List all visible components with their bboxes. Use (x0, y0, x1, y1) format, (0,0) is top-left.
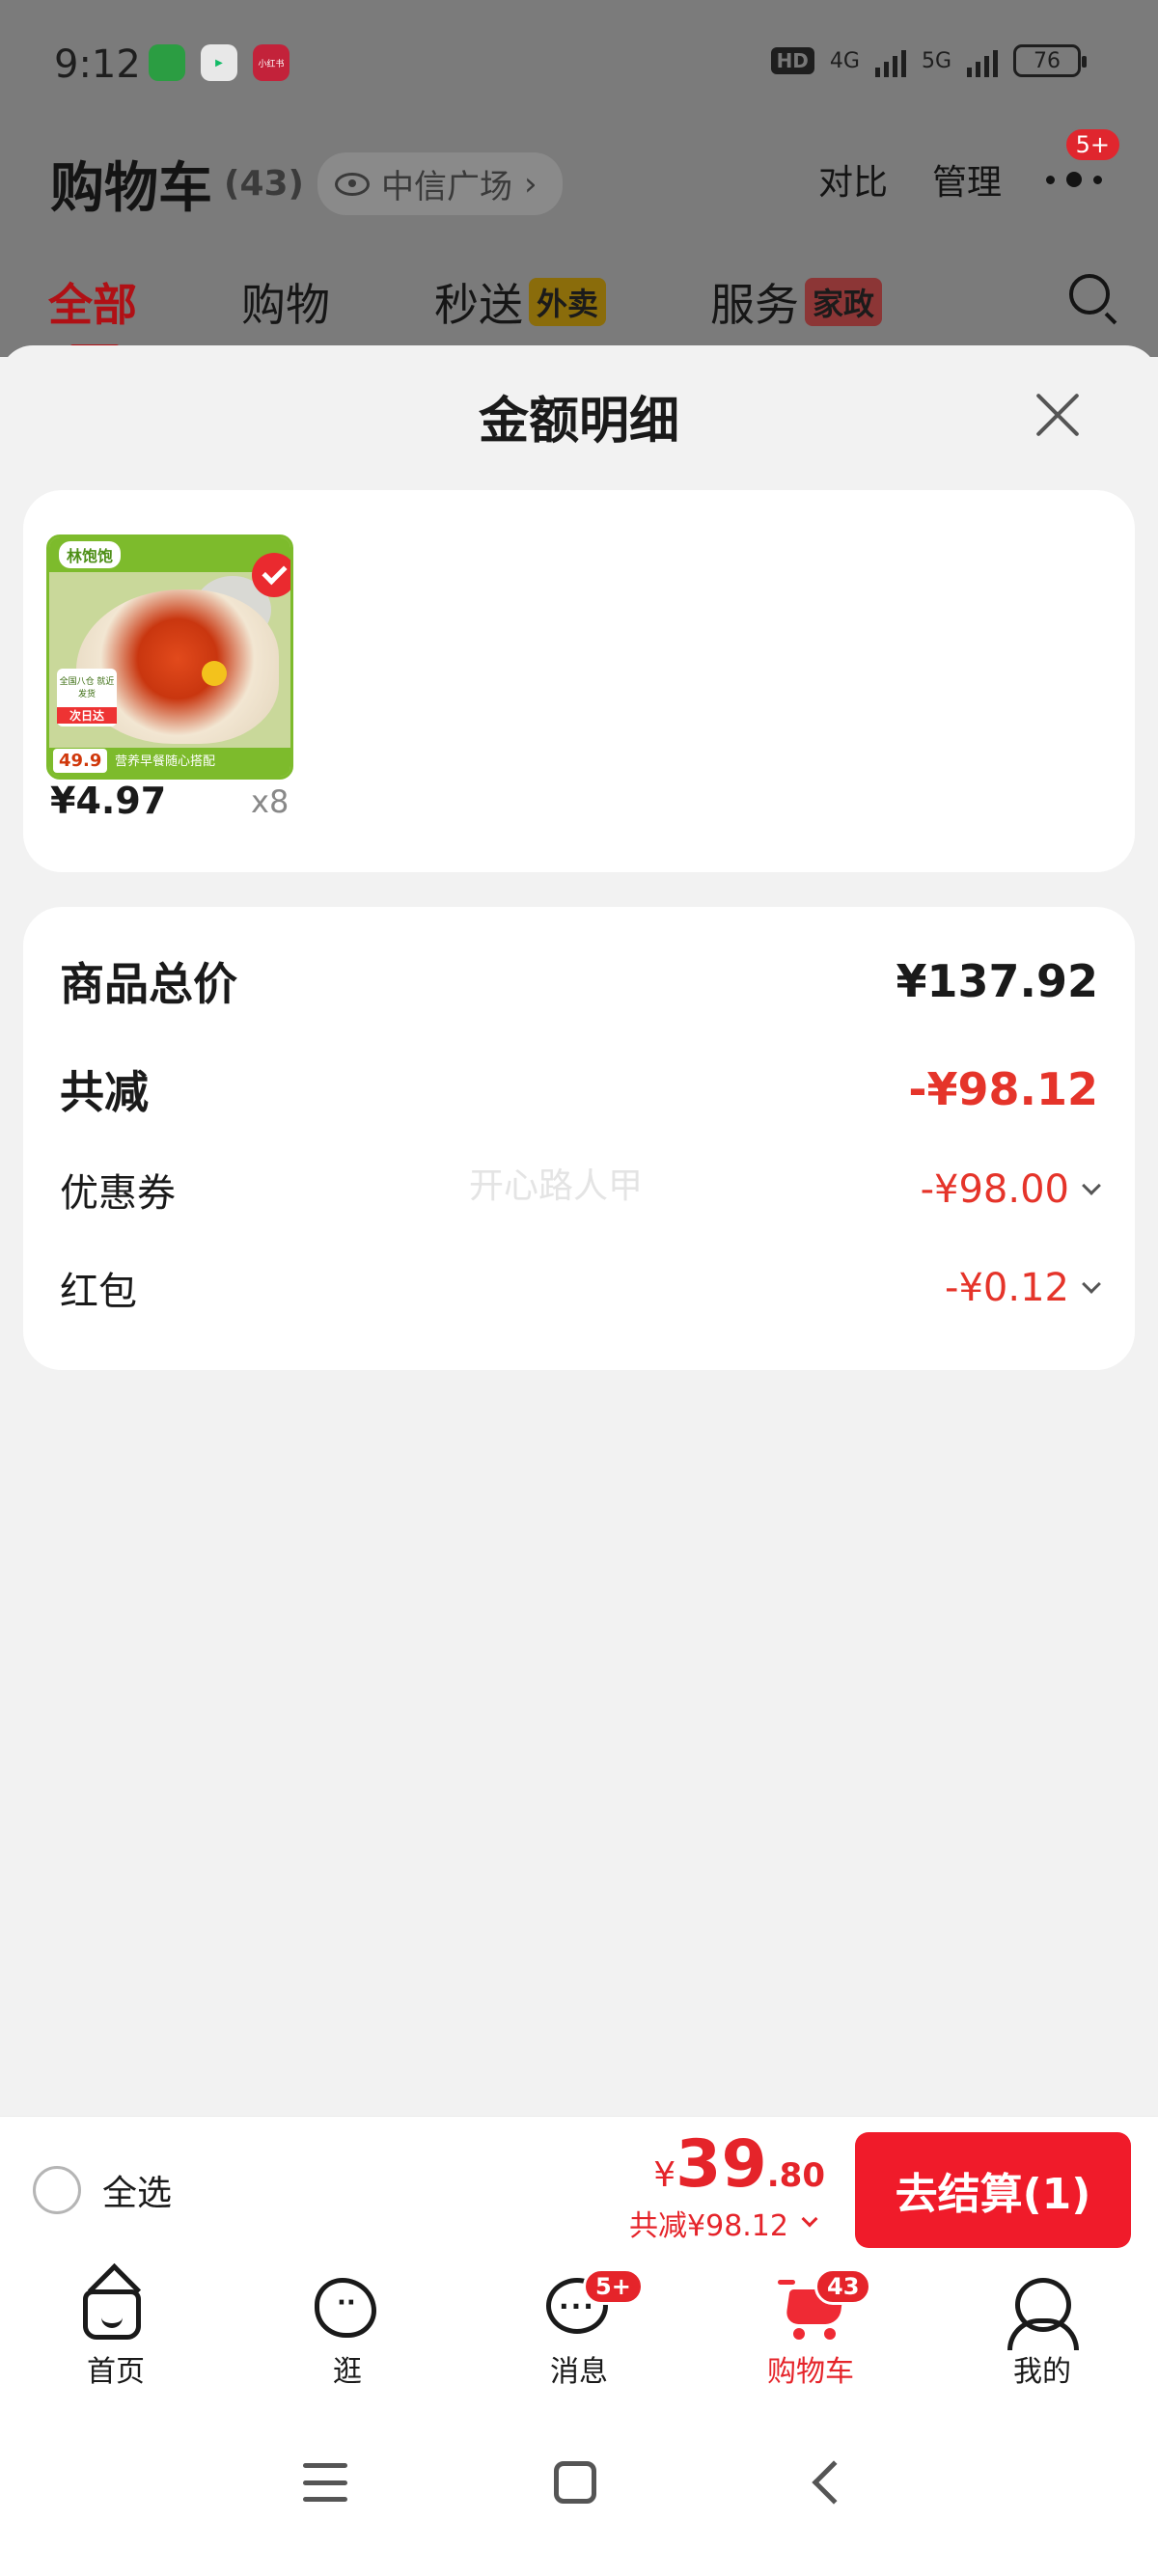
product-card: 林饱饱 全国八仓 就近发货 次日达 营养早餐随心搭配 49.9 ¥4.97 x8 (23, 490, 1135, 872)
stroll-icon (315, 2278, 376, 2338)
nav-label: 逛 (333, 2355, 362, 2389)
sheet-title: 金额明细 (478, 393, 679, 451)
status-bar: 9:12 ▶ 小红书 HD 4G 5G 76 (0, 0, 1158, 135)
checkmark-icon (252, 553, 290, 597)
compare-button[interactable]: 对比 (818, 154, 888, 205)
status-time: 9:12 (54, 42, 141, 87)
location-selector[interactable]: 中信广场 › (317, 152, 563, 215)
currency-symbol: ¥ (653, 2155, 676, 2195)
product-image-tag: 全国八仓 就近发货 次日达 (57, 669, 117, 726)
chevron-down-icon[interactable] (1082, 1176, 1101, 1195)
takeout-tag: 外卖 (529, 278, 607, 326)
goods-total-label: 商品总价 (60, 958, 237, 1010)
nav-item-home[interactable]: 首页 (0, 2261, 232, 2405)
more-menu-icon[interactable]: 5+ (1046, 127, 1121, 199)
product-image-price: 49.9 (53, 749, 108, 773)
red-packet-value-group: -¥0.12 (945, 1266, 1101, 1310)
bottom-navigation: 首页 逛 ··· 消息 5+ 购物车 43 我的 (0, 2261, 1158, 2405)
video-app-notification-icon: ▶ (201, 44, 237, 81)
battery-icon: 76 (1013, 44, 1087, 77)
home-icon (83, 2289, 141, 2340)
chevron-down-icon (801, 2210, 818, 2228)
page-title: 购物车 (50, 157, 212, 220)
xiaohongshu-notification-icon: 小红书 (253, 44, 290, 81)
chevron-down-icon[interactable] (1082, 1274, 1101, 1294)
cart-badge: 43 (814, 2268, 872, 2305)
tab-label: 秒送 (434, 279, 523, 331)
total-reduction-label: 共减 (60, 1066, 149, 1118)
status-indicators: HD 4G 5G 76 (770, 44, 1087, 77)
eye-icon (335, 172, 371, 196)
select-all-radio[interactable] (33, 2166, 81, 2214)
location-label: 中信广场 (381, 168, 513, 206)
nav-label: 消息 (550, 2355, 608, 2389)
tab-service[interactable]: 服务 家政 (710, 270, 883, 334)
cart-header: 购物车 (43) 中信广场 › (50, 145, 563, 223)
tab-shopping[interactable]: 购物 (241, 270, 330, 334)
background-page: 9:12 ▶ 小红书 HD 4G 5G 76 购物车 (43) 中信广场 › 对… (0, 0, 1158, 357)
total-reduction-row: 共减 -¥98.12 (60, 1057, 1098, 1121)
checkout-button[interactable]: 去结算(1) (855, 2132, 1131, 2248)
messages-badge: 5+ (583, 2268, 644, 2305)
total-price: ¥ 39 .80 (653, 2126, 825, 2203)
nav-item-me[interactable]: 我的 (926, 2261, 1158, 2405)
tab-instant-delivery[interactable]: 秒送 外卖 (434, 270, 607, 334)
nav-item-cart[interactable]: 购物车 43 (695, 2261, 926, 2405)
red-packet-value: -¥0.12 (945, 1266, 1069, 1310)
signal-4g-icon (874, 44, 906, 77)
user-icon (1007, 2278, 1079, 2350)
red-packet-row[interactable]: 红包 -¥0.12 (60, 1260, 1101, 1316)
home-button-icon[interactable] (554, 2461, 596, 2504)
tab-label: 全部 (48, 279, 137, 331)
total-reduction-value: -¥98.12 (908, 1063, 1098, 1115)
product-brand-label: 林饱饱 (59, 541, 122, 568)
select-all-label: 全选 (102, 2174, 173, 2213)
price-detail-card: 商品总价 ¥137.92 共减 -¥98.12 优惠券 -¥98.00 红包 -… (23, 907, 1135, 1370)
amount-detail-sheet: 金额明细 林饱饱 全国八仓 就近发货 次日达 营养早餐随心搭配 49.9 ¥4.… (0, 345, 1158, 2116)
nav-label: 首页 (87, 2355, 145, 2389)
network-4g-label: 4G (829, 48, 860, 73)
chevron-right-icon: › (524, 164, 538, 204)
nav-label: 购物车 (767, 2355, 854, 2389)
tab-label: 服务 (710, 279, 800, 331)
red-packet-label: 红包 (60, 1270, 137, 1314)
goods-total-row: 商品总价 ¥137.92 (60, 949, 1098, 1013)
nav-item-messages[interactable]: ··· 消息 5+ (463, 2261, 695, 2405)
price-decimal: .80 (766, 2156, 825, 2195)
back-icon[interactable] (812, 2460, 856, 2505)
coupon-value-group: -¥98.00 (920, 1167, 1101, 1212)
coupon-value: -¥98.00 (920, 1167, 1069, 1212)
housekeeping-tag: 家政 (805, 278, 883, 326)
cart-tabs: 全部 购物 秒送 外卖 服务 家政 (48, 270, 1110, 351)
reduction-summary[interactable]: 共减¥98.12 (629, 2202, 818, 2244)
search-icon[interactable] (1069, 274, 1110, 315)
manage-button[interactable]: 管理 (932, 154, 1002, 205)
more-badge: 5+ (1063, 127, 1121, 162)
system-navigation-bar (0, 2405, 1158, 2576)
price-integer: 39 (676, 2126, 767, 2203)
cart-count: (43) (224, 164, 305, 204)
wechat-notification-icon (149, 44, 185, 81)
network-5g-label: 5G (921, 48, 951, 73)
goods-total-value: ¥137.92 (896, 955, 1098, 1007)
product-quantity: x8 (251, 783, 290, 820)
nav-label: 我的 (1013, 2355, 1071, 2389)
checkout-bar: 全选 ¥ 39 .80 共减¥98.12 去结算(1) (0, 2116, 1158, 2261)
product-price: ¥4.97 (50, 780, 167, 822)
hd-voice-icon: HD (770, 47, 814, 74)
reduction-summary-label: 共减¥98.12 (629, 2209, 788, 2243)
watermark: 开心路人甲 (469, 1166, 644, 1206)
coupon-label: 优惠券 (60, 1171, 176, 1216)
select-all-toggle[interactable]: 全选 (33, 2165, 172, 2215)
tab-all[interactable]: 全部 (48, 270, 137, 351)
header-actions: 对比 管理 5+ (818, 127, 1121, 205)
recent-apps-icon[interactable] (303, 2463, 347, 2502)
signal-5g-icon (967, 44, 998, 77)
tab-label: 购物 (241, 279, 330, 331)
nav-item-stroll[interactable]: 逛 (232, 2261, 463, 2405)
close-icon[interactable] (1033, 392, 1081, 440)
product-image[interactable]: 林饱饱 全国八仓 就近发货 次日达 营养早餐随心搭配 49.9 (46, 534, 293, 780)
